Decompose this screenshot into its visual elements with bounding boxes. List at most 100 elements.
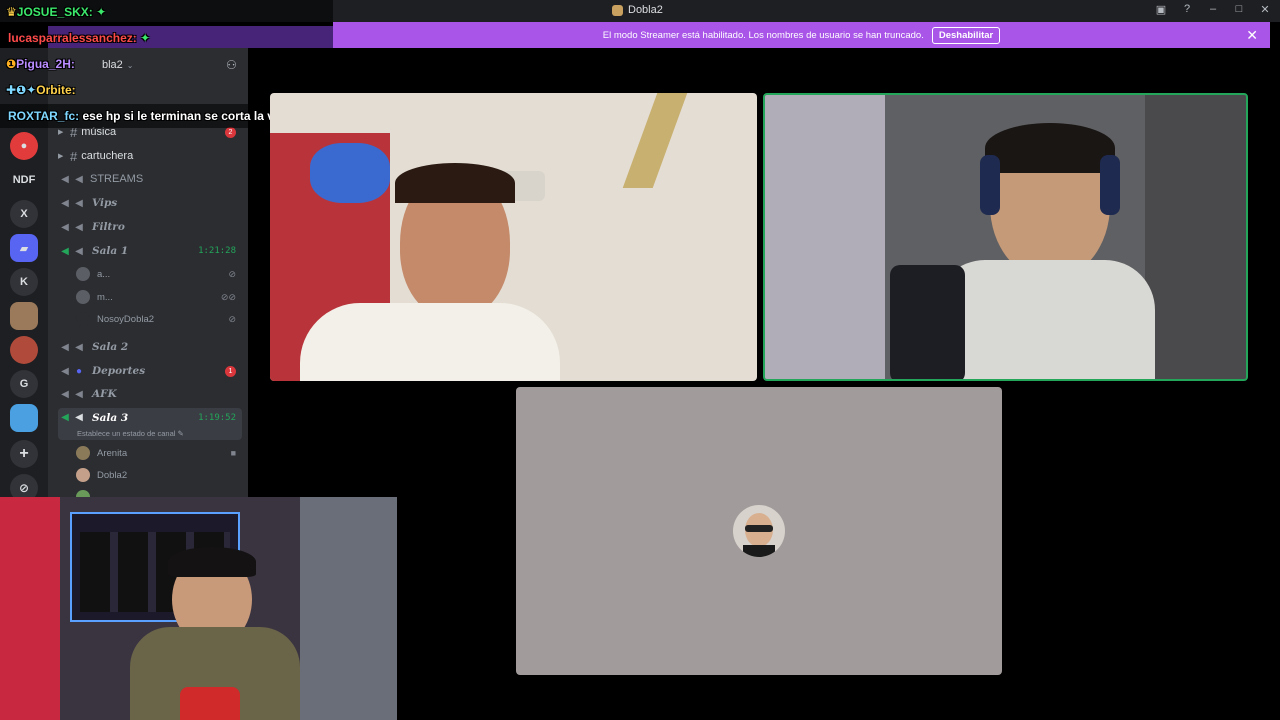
chat-line: ♛JOSUE_SKX: ✦	[6, 5, 106, 19]
participant-shirt	[300, 303, 560, 381]
chat-line: ❶Pigua_2H:	[6, 57, 75, 71]
streamer-webcam	[0, 497, 397, 720]
speaker-icon: ◀	[75, 412, 83, 423]
voice-user-name: Arenita	[97, 447, 128, 459]
channel-deportes[interactable]: ◀ ● Deportes 1	[58, 361, 242, 381]
mention-badge: 2	[225, 126, 236, 138]
muted-speaker-icon: ◀	[61, 221, 69, 233]
add-server-icon[interactable]: +	[10, 440, 38, 468]
video-tile-1[interactable]	[270, 93, 757, 381]
close-banner-icon[interactable]: ✕	[1246, 27, 1258, 44]
webcam-curtain	[300, 497, 397, 720]
avatar	[76, 446, 90, 460]
server-image-1[interactable]	[10, 302, 38, 330]
server-k[interactable]: K	[10, 268, 38, 296]
voice-user[interactable]: m... ⊘⊘	[76, 287, 242, 307]
channel-cartuchera[interactable]: ▶ # cartuchera	[58, 146, 242, 166]
voice-user[interactable]: Dobla2	[76, 465, 242, 485]
channel-filtro[interactable]: ◀ ◀ Filtro	[58, 217, 242, 237]
channel-streams[interactable]: ◀ ◀ STREAMS	[58, 169, 242, 189]
minimize-button[interactable]: –	[1206, 3, 1220, 16]
voice-user-name: m...	[97, 291, 113, 303]
chevron-down-icon: ⌄	[126, 60, 134, 70]
participant-avatar[interactable]	[733, 505, 785, 557]
avatar	[76, 468, 90, 482]
server-g-label: G	[19, 378, 29, 390]
voice-user-name: Dobla2	[97, 469, 128, 481]
channel-deportes-label: Deportes	[92, 365, 146, 377]
channel-streams-label: STREAMS	[90, 173, 144, 185]
spider-icon: ●	[20, 140, 28, 152]
window-title-text: Dobla2	[628, 4, 663, 16]
speaker-icon: ◀	[75, 341, 83, 353]
emote-icon: ✦	[96, 5, 107, 19]
server-g[interactable]: G	[10, 370, 38, 398]
speaker-icon: ◀	[75, 388, 83, 400]
channel-filtro-label: Filtro	[92, 221, 125, 233]
voice-user-name: a...	[97, 268, 111, 280]
channel-status-text: Establece un estado de canal	[77, 429, 176, 438]
disable-streamer-button[interactable]: Deshabilitar	[931, 26, 1001, 44]
voice-timer: 1:19:52	[198, 413, 236, 423]
camera-icon: ■	[230, 448, 236, 458]
muted-speaker-icon: ◀	[61, 388, 69, 400]
voice-user[interactable]: Arenita ■	[76, 443, 242, 463]
voice-user[interactable]: NosoyDobla2 ⊘	[76, 309, 242, 329]
server-x-label: X	[20, 208, 28, 220]
avatar-suit	[743, 545, 775, 557]
mention-badge: 1	[225, 365, 236, 377]
banner-message: El modo Streamer está habilitado. Los no…	[602, 29, 924, 41]
server-spiderman[interactable]: ●	[10, 132, 38, 160]
collapse-caret-icon: ▶	[58, 129, 64, 136]
server-ndf[interactable]: NDF	[10, 166, 38, 194]
add-member-icon[interactable]: ⚇	[226, 58, 237, 72]
muted-speaker-icon: ◀	[61, 341, 69, 353]
voice-active-icon: ◀	[61, 412, 69, 423]
screen-share-icon[interactable]: ▣	[1154, 3, 1168, 16]
webcam-led-wall	[0, 497, 60, 720]
speaker-icon: ◀	[75, 221, 83, 233]
globe-icon: ●	[75, 365, 83, 377]
close-button[interactable]: ✕	[1258, 3, 1272, 16]
avatar	[76, 290, 90, 304]
deafened-icon: ⊘	[228, 313, 236, 324]
channel-sala1[interactable]: ◀ ◀ Sala 1 1:21:28	[58, 241, 242, 261]
server-folder[interactable]: ▰	[10, 234, 38, 262]
badge-icon: ❶	[6, 57, 17, 71]
chat-user: Pigua_2H:	[16, 57, 75, 71]
chat-line: ROXTAR_fc: ese hp si le terminan se cort…	[8, 109, 295, 123]
channel-sala1-label: Sala 1	[92, 245, 129, 257]
chat-user: lucasparralessanchez:	[8, 31, 137, 45]
phone-object	[890, 265, 965, 379]
server-image-2[interactable]	[10, 336, 38, 364]
server-image-3[interactable]	[10, 404, 38, 432]
server-logo-icon	[612, 4, 623, 16]
maximize-button[interactable]: □	[1232, 3, 1246, 16]
channel-sala2-label: Sala 2	[92, 341, 129, 353]
server-header[interactable]: bla2 ⌄	[98, 55, 242, 75]
server-ndf-label: NDF	[12, 174, 36, 186]
video-background	[1145, 95, 1246, 379]
muted-speaker-icon: ◀	[61, 173, 69, 185]
channel-status[interactable]: Establece un estado de canal ✎	[77, 429, 184, 438]
pencil-icon: ✎	[177, 429, 184, 438]
microphone-icon	[180, 687, 240, 720]
participant-hair	[985, 123, 1115, 173]
help-icon[interactable]: ?	[1180, 3, 1194, 16]
video-tile-2-speaking[interactable]	[763, 93, 1248, 381]
headset-icon	[1100, 155, 1120, 215]
muted-speaker-icon: ◀	[61, 365, 69, 377]
streamer-mode-banner: El modo Streamer está habilitado. Los no…	[333, 22, 1270, 48]
channel-afk[interactable]: ◀ ◀ AFK	[58, 384, 242, 404]
channel-sala2[interactable]: ◀ ◀ Sala 2	[58, 337, 242, 357]
voice-user-name: NosoyDobla2	[97, 313, 155, 325]
server-x[interactable]: X	[10, 200, 38, 228]
participant-hair	[395, 163, 515, 203]
emote-icon: ✦	[140, 31, 151, 45]
crown-icon: ♛	[6, 5, 17, 19]
video-background	[310, 143, 390, 203]
chat-user: ROXTAR_fc:	[8, 109, 80, 123]
voice-user[interactable]: a... ⊘	[76, 264, 242, 284]
channel-vips[interactable]: ◀ ◀ Vips	[58, 193, 242, 213]
muted-deafened-icon: ⊘⊘	[220, 291, 236, 302]
